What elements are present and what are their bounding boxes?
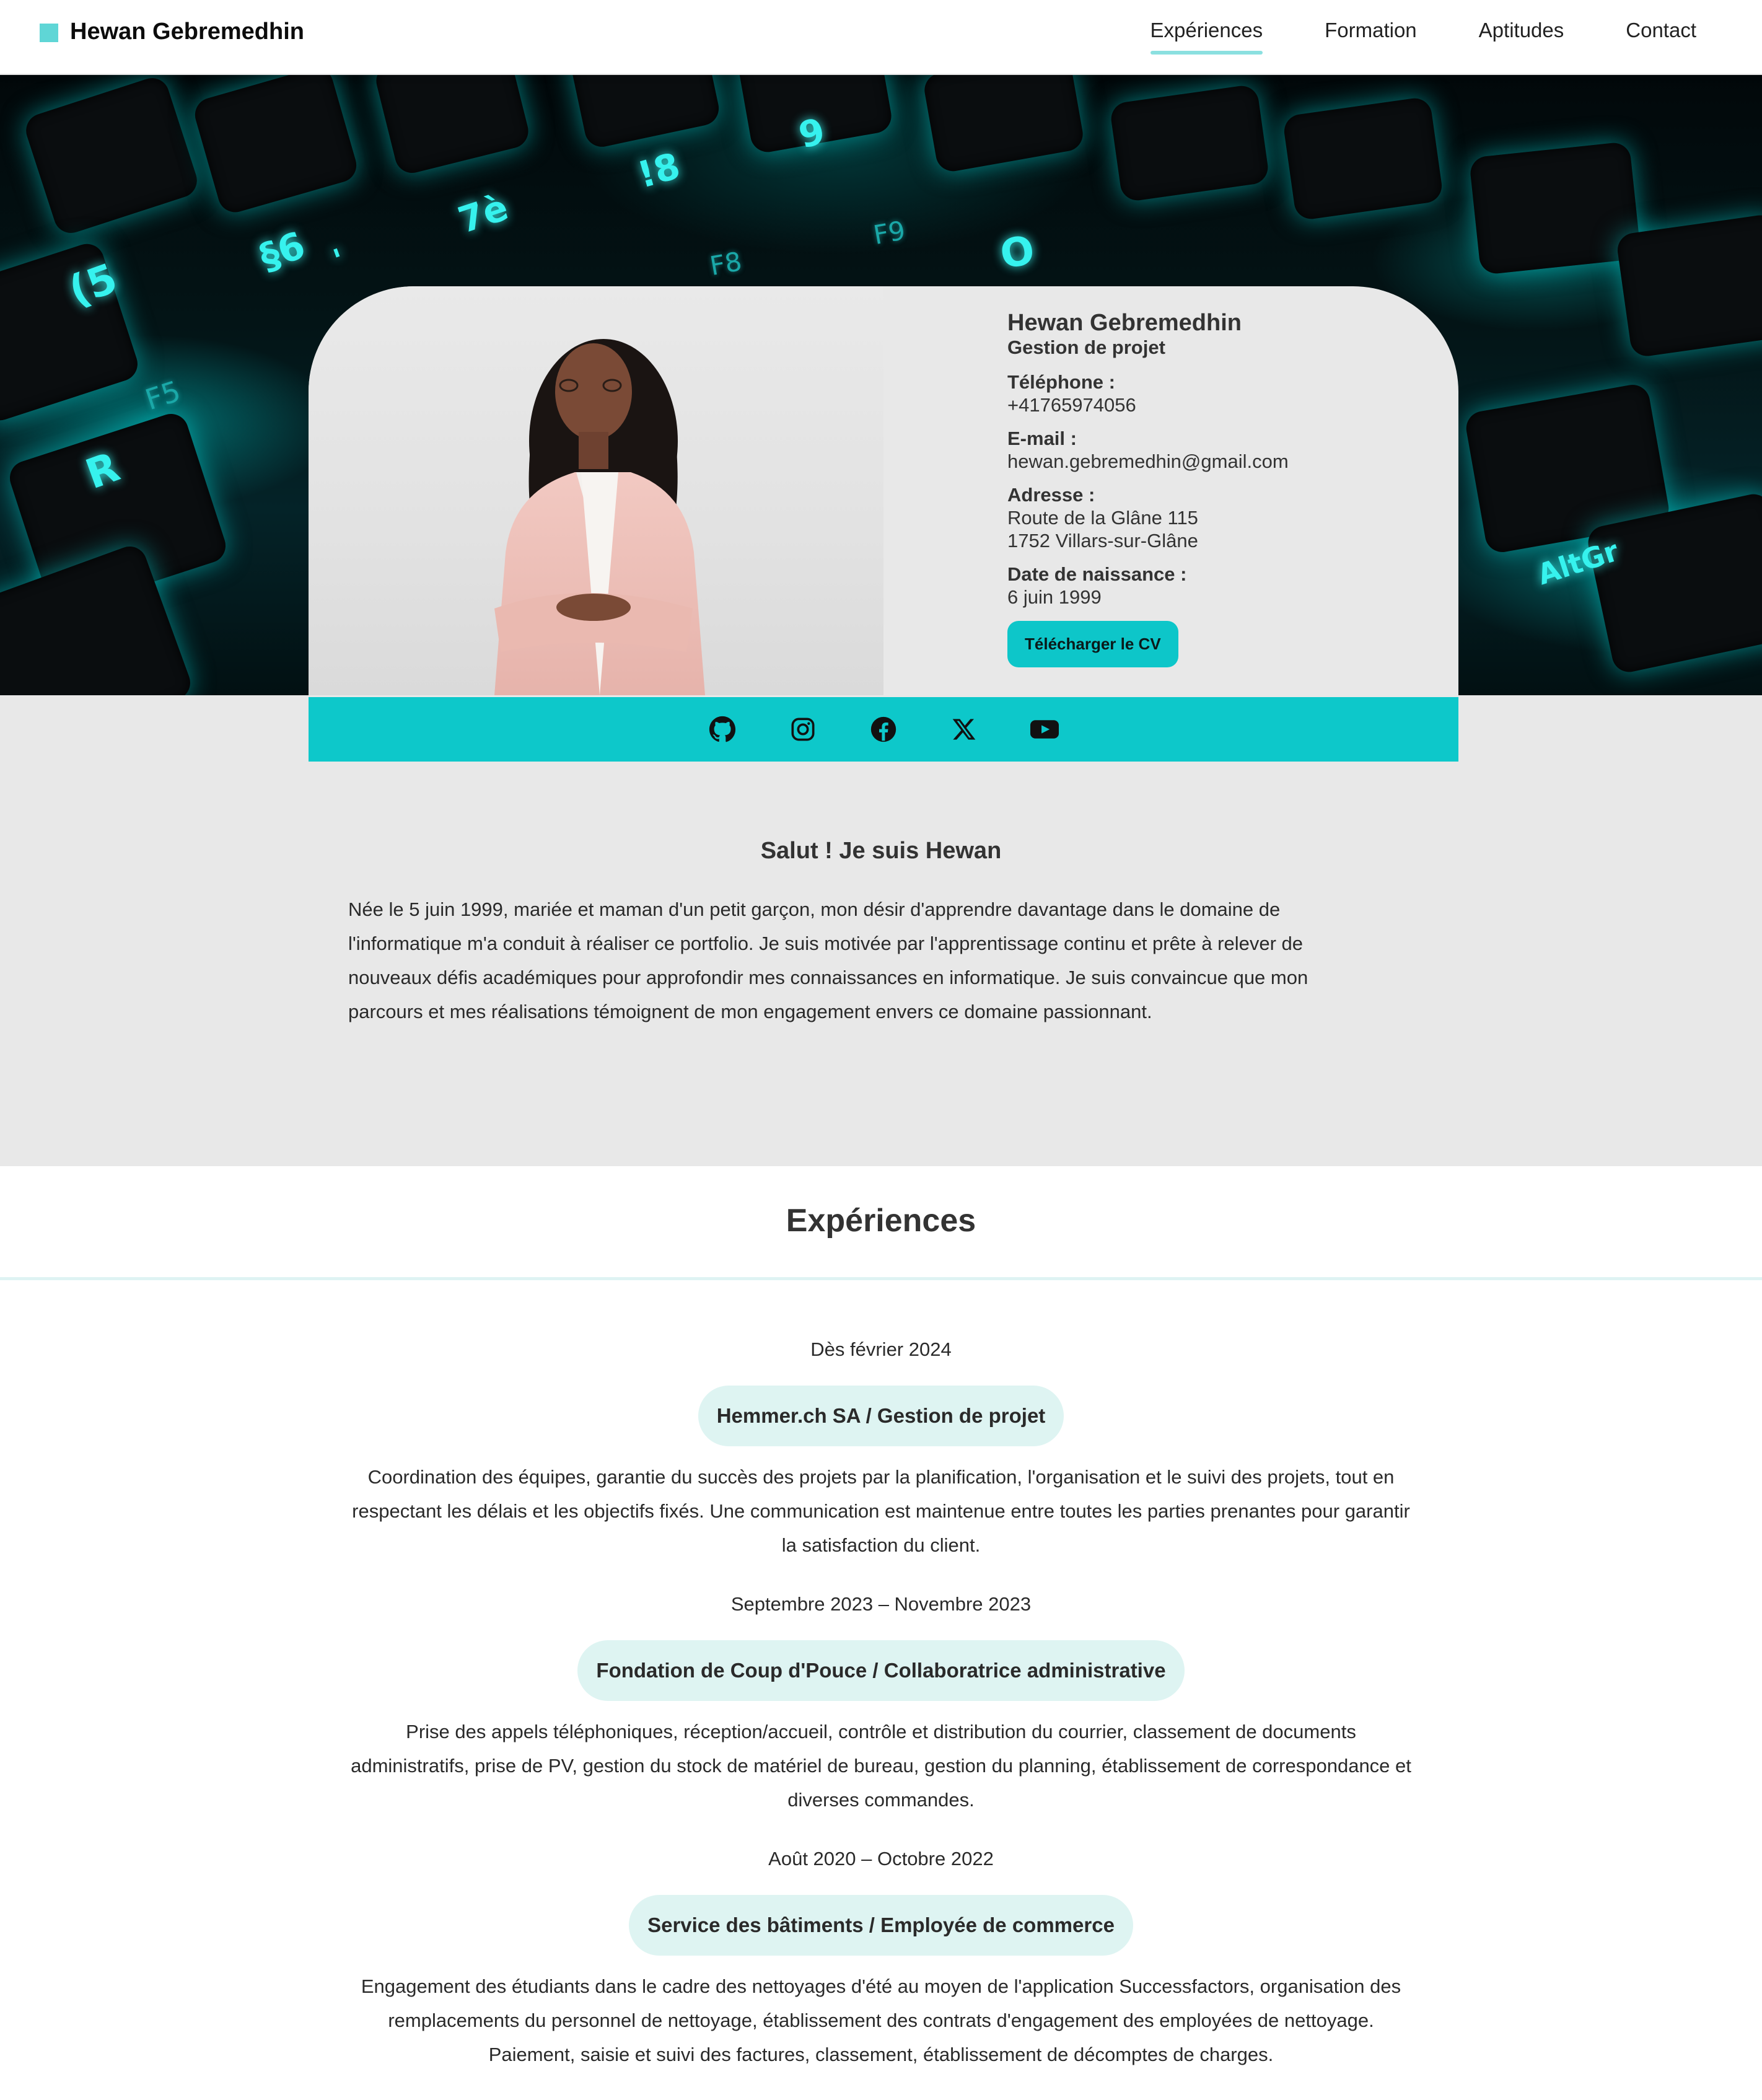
nav-formation[interactable]: Formation (1325, 19, 1417, 55)
main-nav: Expériences Formation Aptitudes Contact (1150, 19, 1696, 55)
profile-photo (309, 286, 883, 695)
experience-title-pill: Fondation de Coup d'Pouce / Collaboratri… (577, 1640, 1185, 1701)
experience-description: Engagement des étudiants dans le cadre d… (361, 1975, 1401, 2065)
email-label: E-mail : (1007, 428, 1077, 449)
top-navbar: Hewan Gebremedhin Expériences Formation … (0, 0, 1762, 75)
birth-label: Date de naissance : (1007, 563, 1187, 585)
nav-aptitudes[interactable]: Aptitudes (1479, 19, 1564, 55)
x-icon[interactable] (950, 715, 978, 744)
nav-contact[interactable]: Contact (1626, 19, 1696, 55)
phone-label: Téléphone : (1007, 371, 1115, 393)
birth-value: 6 juin 1999 (1007, 586, 1102, 608)
experience-item: Dès février 2024 Hemmer.ch SA / Gestion … (0, 1338, 1762, 1562)
experience-description: Coordination des équipes, garantie du su… (352, 1466, 1410, 1556)
experience-item: Août 2020 – Octobre 2022 Service des bât… (0, 1848, 1762, 2071)
brand-name[interactable]: Hewan Gebremedhin (70, 19, 304, 45)
youtube-icon[interactable] (1030, 715, 1059, 744)
experience-description: Prise des appels téléphoniques, réceptio… (351, 1721, 1411, 1811)
section-divider (0, 1277, 1762, 1280)
key-glyph: F8 (708, 245, 744, 282)
key-glyph: !8 (633, 144, 685, 196)
experiences-heading: Expériences (786, 1203, 976, 1239)
facebook-icon[interactable] (869, 715, 898, 744)
address-line2: 1752 Villars-sur-Glâne (1007, 530, 1198, 551)
github-icon[interactable] (708, 715, 737, 744)
experience-item: Septembre 2023 – Novembre 2023 Fondation… (0, 1593, 1762, 1817)
instagram-icon[interactable] (789, 715, 817, 744)
key-glyph: F5 (141, 374, 185, 417)
portrait-illustration (494, 339, 705, 695)
experience-date: Dès février 2024 (810, 1338, 952, 1360)
key-glyph: F9 (871, 214, 908, 251)
about-text: Née le 5 juin 1999, mariée et maman d'un… (348, 898, 1308, 1022)
key-glyph: O (996, 227, 1038, 279)
experience-date: Septembre 2023 – Novembre 2023 (730, 1593, 1032, 1615)
brand-square-icon (40, 24, 58, 42)
experience-title-pill: Service des bâtiments / Employée de comm… (629, 1895, 1133, 1956)
about-section: Salut ! Je suis Hewan Née le 5 juin 1999… (0, 695, 1762, 1166)
phone-value[interactable]: +41765974056 (1007, 393, 1429, 416)
profile-card: Hewan Gebremedhin Gestion de projet Télé… (309, 286, 1458, 695)
key-glyph: §6 (254, 223, 311, 280)
download-cv-button[interactable]: Télécharger le CV (1007, 621, 1178, 667)
experience-date: Août 2020 – Octobre 2022 (768, 1848, 994, 1869)
address-value: Route de la Glâne 115 1752 Villars-sur-G… (1007, 506, 1429, 552)
profile-name: Hewan Gebremedhin (1007, 310, 1242, 336)
profile-info: Hewan Gebremedhin Gestion de projet Télé… (1007, 310, 1429, 667)
nav-experiences[interactable]: Expériences (1150, 19, 1263, 55)
profile-role: Gestion de projet (1007, 336, 1165, 358)
key-glyph: 7è (453, 186, 514, 242)
social-links-bar (309, 697, 1458, 762)
about-title: Salut ! Je suis Hewan (760, 838, 1002, 864)
email-value[interactable]: hewan.gebremedhin@gmail.com (1007, 450, 1429, 473)
address-label: Adresse : (1007, 484, 1095, 506)
experience-list: Dès février 2024 Hemmer.ch SA / Gestion … (0, 1338, 1762, 2100)
address-line1: Route de la Glâne 115 (1007, 507, 1198, 529)
experience-title-pill: Hemmer.ch SA / Gestion de projet (698, 1386, 1064, 1446)
key-glyph: ' (328, 242, 350, 279)
